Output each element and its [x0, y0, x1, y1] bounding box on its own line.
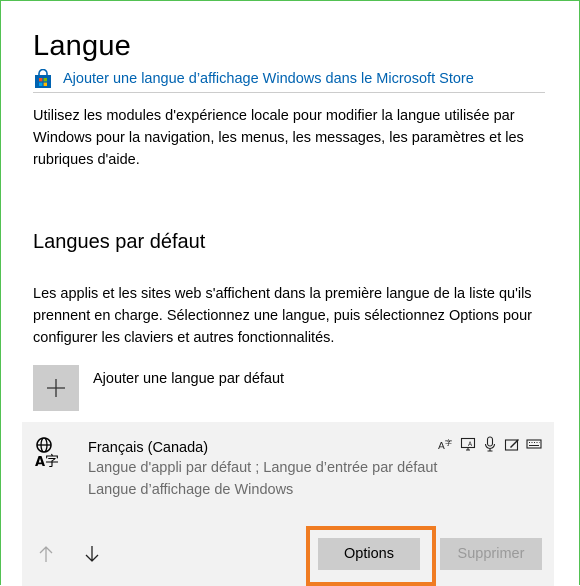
link-underline-divider: [33, 92, 545, 93]
svg-text:字: 字: [445, 438, 452, 447]
remove-button[interactable]: Supprimer: [440, 538, 542, 570]
display-language-icon: A: [460, 436, 476, 452]
text-to-speech-icon: A 字: [438, 436, 454, 452]
svg-text:A: A: [438, 441, 445, 452]
add-default-language-label: Ajouter une langue par défaut: [93, 371, 285, 387]
options-button[interactable]: Options: [318, 538, 420, 570]
page-title: Langue: [33, 30, 131, 62]
microsoft-store-link[interactable]: Ajouter une langue d’affichage Windows d…: [33, 68, 474, 89]
add-default-language-button[interactable]: Ajouter une langue par défaut: [33, 365, 284, 411]
svg-text:字: 字: [45, 454, 59, 468]
language-item-french-canada[interactable]: A 字 Français (Canada) Langue d'appli par…: [22, 422, 554, 586]
intro-text: Utilisez les modules d'expérience locale…: [33, 108, 524, 168]
default-languages-description: Les applis et les sites web s'affichent …: [33, 286, 532, 346]
language-capabilities: Langue d'appli par défaut ; Langue d’ent…: [88, 460, 438, 476]
move-down-button[interactable]: [78, 540, 106, 568]
language-globe-icon: A 字: [34, 436, 66, 470]
svg-text:A: A: [35, 455, 45, 468]
store-link-label: Ajouter une langue d’affichage Windows d…: [63, 71, 474, 87]
arrow-down-icon: [85, 546, 99, 562]
handwriting-icon: [504, 436, 520, 452]
section-title-default-languages: Langues par défaut: [33, 231, 206, 253]
microphone-icon: [482, 436, 498, 452]
plus-tile[interactable]: [33, 365, 79, 411]
language-name: Français (Canada): [88, 440, 209, 456]
language-display-status: Langue d’affichage de Windows: [88, 482, 294, 498]
plus-icon: [47, 379, 65, 397]
store-bag-icon: [33, 68, 53, 89]
language-feature-icons: A 字 A: [438, 436, 542, 452]
move-up-button[interactable]: [32, 540, 60, 568]
arrow-up-icon: [39, 546, 53, 562]
keyboard-icon: [526, 436, 542, 452]
